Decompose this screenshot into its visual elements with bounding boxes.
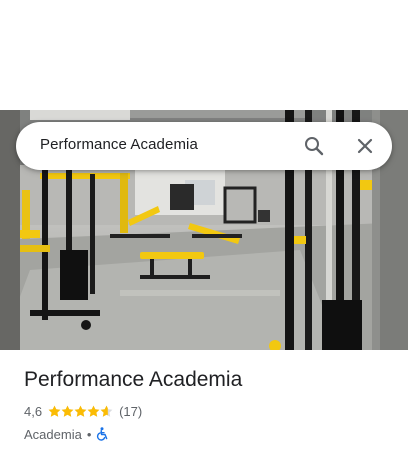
search-bar[interactable]: Performance Academia — [16, 122, 392, 170]
search-icon[interactable] — [302, 134, 326, 158]
rating-value: 4,6 — [24, 403, 43, 419]
top-blank-area — [0, 0, 408, 110]
star-icon — [87, 405, 100, 417]
rating-row[interactable]: 4,6 (17) — [24, 402, 384, 420]
place-info: Performance Academia 4,6 (17) Academia • — [24, 366, 384, 443]
review-count[interactable]: (17) — [119, 404, 142, 419]
wheelchair-icon — [96, 427, 110, 441]
place-title[interactable]: Performance Academia — [24, 366, 384, 394]
place-category: Academia — [24, 426, 82, 442]
star-rating — [48, 405, 113, 418]
close-icon[interactable] — [353, 134, 377, 158]
search-input[interactable]: Performance Academia — [40, 136, 198, 153]
star-icon — [48, 405, 61, 417]
star-icon — [74, 405, 87, 417]
separator-dot: • — [86, 426, 92, 442]
meta-row: Academia • — [24, 425, 384, 443]
star-icon — [100, 405, 113, 417]
star-icon — [61, 405, 74, 417]
